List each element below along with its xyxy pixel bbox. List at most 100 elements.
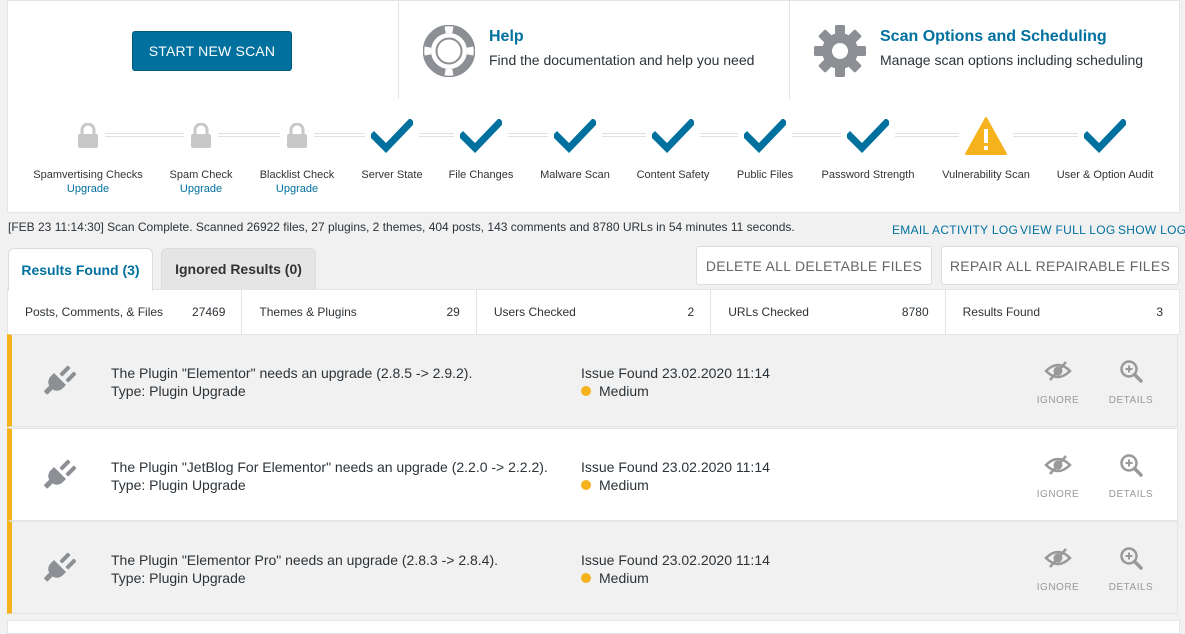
ignore-button[interactable]: IGNORE <box>1028 451 1088 500</box>
ignore-button[interactable]: IGNORE <box>1028 357 1088 406</box>
stat-value: 29 <box>446 305 460 319</box>
issue-type: Type: Plugin Upgrade <box>111 477 246 493</box>
gear-icon <box>814 25 866 77</box>
details-button[interactable]: DETAILS <box>1101 451 1161 500</box>
stat-value: 2 <box>687 305 695 319</box>
start-scan-cell: START NEW SCAN <box>8 1 399 100</box>
issue-severity: Medium <box>581 570 649 586</box>
issue-message: The Plugin "Elementor Pro" needs an upgr… <box>111 552 499 568</box>
step-connector <box>218 133 280 137</box>
show-log-link[interactable]: SHOW LOG <box>1118 223 1185 237</box>
help-subtitle: Find the documentation and help you need <box>489 52 755 68</box>
issue-row[interactable]: The Plugin "Elementor Pro" needs an upgr… <box>7 521 1178 614</box>
check-icon <box>1083 117 1127 155</box>
step-connector <box>105 133 184 137</box>
scan-options-title[interactable]: Scan Options and Scheduling <box>880 28 1107 46</box>
step-connector <box>700 133 738 137</box>
issue-message: The Plugin "JetBlog For Elementor" needs… <box>111 459 548 475</box>
plugin-icon <box>42 457 77 491</box>
step-connector <box>792 133 841 137</box>
severity-label: Medium <box>599 570 649 586</box>
check-icon <box>370 117 414 155</box>
step-connector <box>602 133 646 137</box>
zoom-in-icon <box>1101 544 1161 572</box>
stat-urls-checked: URLs Checked 8780 <box>711 290 946 334</box>
stat-label: Results Found <box>962 305 1040 319</box>
delete-all-deletable-files-button[interactable]: DELETE ALL DELETABLE FILES <box>696 246 932 285</box>
scan-step-label: User & Option Audit <box>1056 169 1154 181</box>
lock-icon <box>66 117 110 155</box>
stat-value: 3 <box>1156 305 1164 319</box>
tab-results-found[interactable]: Results Found (3) <box>8 248 153 291</box>
stat-value: 27469 <box>192 305 226 319</box>
repair-all-repairable-files-button[interactable]: REPAIR ALL REPAIRABLE FILES <box>941 246 1179 285</box>
view-full-log-link[interactable]: VIEW FULL LOG <box>1020 223 1115 237</box>
scan-options-subtitle: Manage scan options including scheduling <box>880 52 1144 68</box>
scan-options-cell[interactable]: Scan Options and Scheduling Manage scan … <box>790 1 1179 100</box>
step-connector <box>508 133 548 137</box>
details-label: DETAILS <box>1108 582 1154 593</box>
step-connector <box>419 133 454 137</box>
issue-severity: Medium <box>581 477 649 493</box>
plugin-icon <box>42 550 77 584</box>
start-new-scan-button[interactable]: START NEW SCAN <box>132 31 292 71</box>
tab-ignored-results[interactable]: Ignored Results (0) <box>161 248 316 289</box>
stat-value: 8780 <box>901 305 929 319</box>
stat-label: URLs Checked <box>728 305 809 319</box>
ignore-label: IGNORE <box>1036 582 1080 593</box>
eye-slash-icon <box>1028 357 1088 385</box>
issue-found-date: Issue Found 23.02.2020 11:14 <box>581 365 770 381</box>
stat-results-found: Results Found 3 <box>946 290 1179 334</box>
lock-icon <box>179 117 223 155</box>
stat-label: Users Checked <box>493 305 576 319</box>
severity-label: Medium <box>599 477 649 493</box>
eye-slash-icon <box>1028 544 1088 572</box>
help-title[interactable]: Help <box>489 28 524 46</box>
stat-label: Themes & Plugins <box>259 305 357 319</box>
plugin-icon <box>42 363 77 397</box>
stat-label: Posts, Comments, & Files <box>25 305 164 319</box>
issue-type: Type: Plugin Upgrade <box>111 383 246 399</box>
issue-message: The Plugin "Elementor" needs an upgrade … <box>111 365 473 381</box>
details-label: DETAILS <box>1108 489 1154 500</box>
step-connector <box>1013 133 1078 137</box>
check-icon <box>846 117 890 155</box>
zoom-in-icon <box>1101 357 1161 385</box>
scan-summary-text: [FEB 23 11:14:30] Scan Complete. Scanned… <box>8 220 795 234</box>
severity-label: Medium <box>599 383 649 399</box>
help-cell[interactable]: Help Find the documentation and help you… <box>399 1 790 100</box>
issue-row[interactable]: The Plugin "JetBlog For Elementor" needs… <box>7 428 1178 521</box>
check-icon <box>553 117 597 155</box>
step-connector <box>314 133 365 137</box>
severity-dot-icon <box>581 386 591 396</box>
details-label: DETAILS <box>1108 395 1154 406</box>
ignore-button[interactable]: IGNORE <box>1028 544 1088 593</box>
email-activity-log-link[interactable]: EMAIL ACTIVITY LOG <box>892 223 1018 237</box>
stat-themes-plugins: Themes & Plugins 29 <box>242 290 477 334</box>
top-panel: START NEW SCAN Help Find the documentati… <box>7 0 1180 101</box>
warning-icon <box>964 117 1008 155</box>
ignore-label: IGNORE <box>1036 489 1080 500</box>
summary-stats: Posts, Comments, & Files 27469 Themes & P… <box>7 289 1180 335</box>
details-button[interactable]: DETAILS <box>1101 544 1161 593</box>
zoom-in-icon <box>1101 451 1161 479</box>
ignore-label: IGNORE <box>1036 395 1080 406</box>
upgrade-link[interactable]: Upgrade <box>217 183 377 195</box>
step-connector <box>895 133 959 137</box>
issue-severity: Medium <box>581 383 649 399</box>
lock-icon <box>275 117 319 155</box>
check-icon <box>743 117 787 155</box>
issue-type: Type: Plugin Upgrade <box>111 570 246 586</box>
issue-found-date: Issue Found 23.02.2020 11:14 <box>581 459 770 475</box>
check-icon <box>459 117 503 155</box>
issue-row[interactable]: The Plugin "Elementor" needs an upgrade … <box>7 334 1178 427</box>
check-icon <box>651 117 695 155</box>
stat-posts-comments-files: Posts, Comments, & Files 27469 <box>8 290 243 334</box>
eye-slash-icon <box>1028 451 1088 479</box>
lifebuoy-icon <box>423 25 475 77</box>
severity-dot-icon <box>581 573 591 583</box>
scan-status-row: Spamvertising Checks Upgrade Spam Check Upg… <box>7 99 1180 213</box>
issue-found-date: Issue Found 23.02.2020 11:14 <box>581 552 770 568</box>
stat-users-checked: Users Checked 2 <box>477 290 712 334</box>
details-button[interactable]: DETAILS <box>1101 357 1161 406</box>
